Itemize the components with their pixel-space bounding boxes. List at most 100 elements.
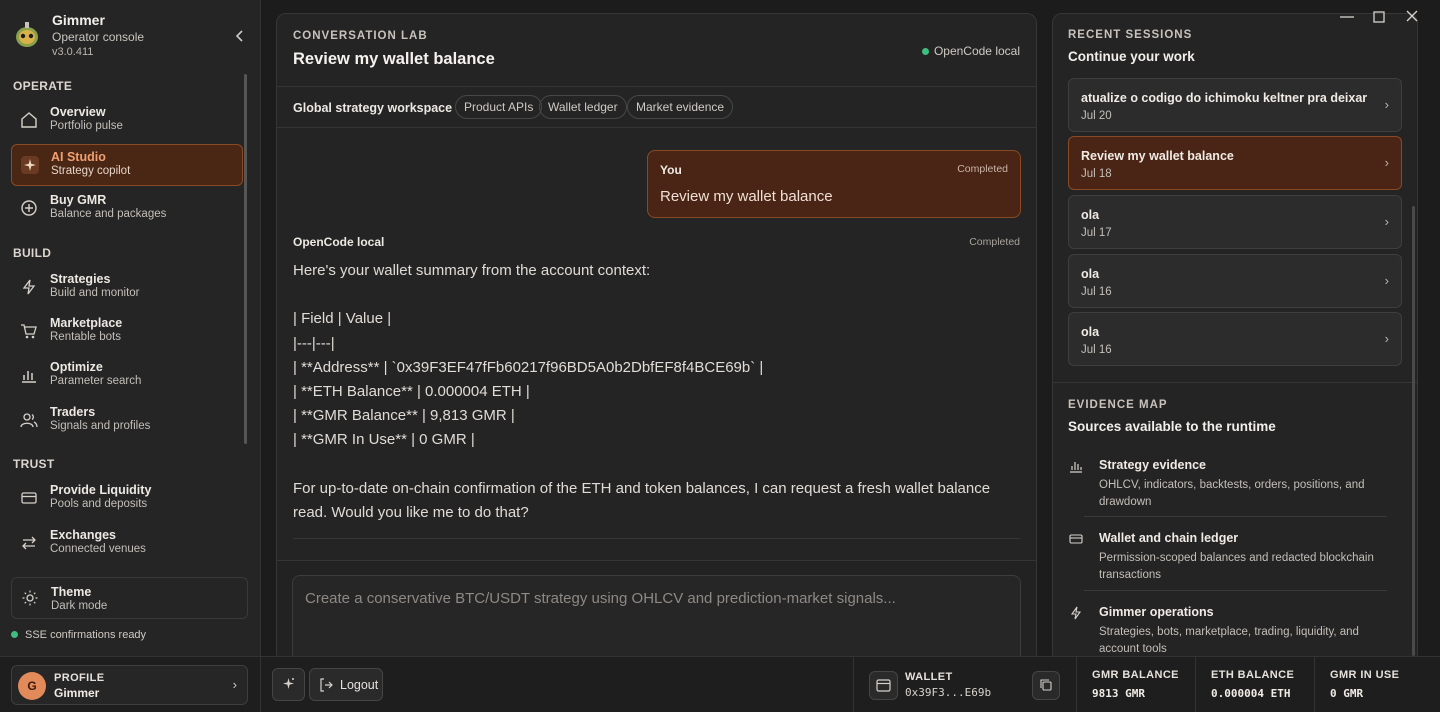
- evidence-title: Wallet and chain ledger: [1099, 531, 1239, 545]
- message-closing: For up-to-date on-chain confirmation of …: [293, 479, 991, 522]
- chip-product-apis[interactable]: Product APIs: [455, 95, 543, 119]
- bar-chart-icon: [22, 371, 36, 383]
- ai-assist-button[interactable]: [272, 668, 305, 701]
- theme-title: Theme: [51, 585, 92, 599]
- sidebar-item-strategies[interactable]: Strategies Build and monitor: [11, 267, 243, 309]
- session-item[interactable]: atualize o codigo do ichimoku keltner pr…: [1068, 78, 1402, 132]
- evidence-title: Strategy evidence: [1099, 458, 1206, 472]
- divider: [293, 538, 1020, 539]
- message-line: [293, 453, 1013, 477]
- message-line: | **GMR Balance** | 9,813 GMR |: [293, 407, 515, 425]
- maximize-icon: [1373, 11, 1385, 23]
- brand-version: v3.0.411: [52, 46, 94, 58]
- message-line: [293, 283, 1013, 307]
- logout-button[interactable]: Logout: [309, 668, 383, 701]
- sidebar-item-buy-gmr[interactable]: Buy GMR Balance and packages: [11, 188, 243, 230]
- chevron-right-icon: ›: [1384, 155, 1389, 170]
- conversation-title: Review my wallet balance: [293, 50, 495, 68]
- sidebar-item-subtitle: Build and monitor: [50, 287, 140, 299]
- session-item[interactable]: ola Jul 17 ›: [1068, 195, 1402, 249]
- profile-label: PROFILE: [54, 672, 105, 684]
- chip-market-evidence[interactable]: Market evidence: [627, 95, 734, 119]
- prompt-placeholder: Create a conservative BTC/USDT strategy …: [305, 590, 896, 607]
- divider: [260, 657, 261, 712]
- recent-sessions-title: Continue your work: [1068, 49, 1195, 64]
- sidebar-item-exchanges[interactable]: Exchanges Connected venues: [11, 523, 243, 565]
- session-title: Review my wallet balance: [1081, 149, 1234, 163]
- bot-message: Here's your wallet summary from the acco…: [293, 259, 1013, 525]
- sidebar-item-optimize[interactable]: Optimize Parameter search: [11, 355, 243, 397]
- gmr-in-use-value: 0 GMR: [1330, 687, 1364, 700]
- evidence-description: OHLCV, indicators, backtests, orders, po…: [1099, 479, 1365, 508]
- prompt-input[interactable]: Create a conservative BTC/USDT strategy …: [292, 575, 1021, 662]
- right-panel-scrollbar[interactable]: [1412, 206, 1415, 656]
- session-title: ola: [1081, 325, 1100, 339]
- sidebar-scrollbar[interactable]: [244, 74, 247, 444]
- session-item[interactable]: ola Jul 16 ›: [1068, 312, 1402, 366]
- session-date: Jul 18: [1081, 168, 1112, 180]
- chevron-right-icon: ›: [1384, 331, 1389, 346]
- sidebar-item-title: Buy GMR: [50, 193, 107, 207]
- minimize-button[interactable]: [1337, 8, 1357, 26]
- divider: [1314, 657, 1315, 712]
- chevron-right-icon: ›: [1384, 273, 1389, 288]
- evidence-map-label: EVIDENCE MAP: [1068, 399, 1168, 411]
- maximize-button[interactable]: [1369, 8, 1389, 26]
- gimmer-logo-icon: [16, 22, 38, 47]
- wallet-icon: [876, 679, 891, 692]
- divider: [1084, 590, 1387, 591]
- session-title: ola: [1081, 267, 1100, 281]
- chevron-right-icon: ›: [1384, 97, 1389, 112]
- session-item[interactable]: ola Jul 16 ›: [1068, 254, 1402, 308]
- gmr-balance-label: GMR BALANCE: [1092, 669, 1179, 681]
- message-line: | **ETH Balance** | 0.000004 ETH |: [293, 383, 530, 401]
- eth-balance-label: ETH BALANCE: [1211, 669, 1295, 681]
- chip-wallet-ledger[interactable]: Wallet ledger: [539, 95, 627, 119]
- sidebar-item-subtitle: Signals and profiles: [50, 420, 151, 432]
- user-message: You Completed Review my wallet balance: [647, 150, 1021, 218]
- chevron-right-icon: ›: [232, 677, 237, 692]
- collapse-sidebar-button[interactable]: [232, 28, 248, 44]
- card-icon: [21, 492, 37, 504]
- message-line: Here's your wallet summary from the acco…: [293, 262, 651, 279]
- wallet-label: WALLET: [905, 671, 953, 683]
- evidence-description: Permission-scoped balances and redacted …: [1099, 552, 1374, 581]
- close-button[interactable]: [1402, 8, 1422, 26]
- profile-button[interactable]: G PROFILE Gimmer ›: [11, 665, 248, 705]
- sidebar-item-title: Overview: [50, 105, 106, 119]
- sidebar-item-traders[interactable]: Traders Signals and profiles: [11, 400, 243, 442]
- sidebar-item-subtitle: Portfolio pulse: [50, 120, 123, 132]
- gmr-in-use-label: GMR IN USE: [1330, 669, 1400, 681]
- message-line: |---|---|: [293, 334, 335, 352]
- workspace-label: Global strategy workspace: [293, 101, 453, 115]
- sidebar-item-provide-liquidity[interactable]: Provide Liquidity Pools and deposits: [11, 478, 243, 520]
- chevron-right-icon: ›: [1384, 214, 1389, 229]
- sidebar-item-overview[interactable]: Overview Portfolio pulse: [11, 100, 243, 142]
- right-panel: RECENT SESSIONS Continue your work atual…: [1052, 13, 1418, 663]
- status-dot-icon: [11, 631, 18, 638]
- brand: Gimmer Operator console v3.0.411: [12, 10, 248, 62]
- chevron-left-icon: [235, 30, 243, 42]
- copy-icon: [1040, 679, 1052, 691]
- footer-bar: G PROFILE Gimmer › Logout WALLET 0x39F3.…: [0, 656, 1440, 712]
- evidence-description: Strategies, bots, marketplace, trading, …: [1099, 626, 1359, 655]
- profile-name: Gimmer: [54, 686, 100, 700]
- sidebar-item-marketplace[interactable]: Marketplace Rentable bots: [11, 311, 243, 353]
- close-icon: [1406, 10, 1418, 22]
- gmr-balance-value: 9813 GMR: [1092, 687, 1145, 700]
- sidebar-item-ai-studio[interactable]: AI Studio Strategy copilot: [11, 144, 243, 186]
- sidebar-item-title: Marketplace: [50, 316, 123, 330]
- sidebar-item-title: Exchanges: [50, 528, 117, 542]
- runtime-status-text: OpenCode local: [933, 44, 1020, 58]
- session-date: Jul 16: [1081, 286, 1112, 298]
- copy-address-button[interactable]: [1032, 671, 1060, 700]
- session-item-active[interactable]: Review my wallet balance Jul 18 ›: [1068, 136, 1402, 190]
- theme-toggle-button[interactable]: Theme Dark mode: [11, 577, 248, 619]
- message-status: Completed: [957, 163, 1008, 175]
- session-title: atualize o codigo do ichimoku keltner pr…: [1081, 91, 1368, 105]
- message-text: Review my wallet balance: [660, 188, 833, 205]
- message-line: | Field | Value |: [293, 310, 392, 328]
- message-line: | **GMR In Use** | 0 GMR |: [293, 431, 475, 449]
- bolt-icon: [22, 279, 36, 295]
- cart-icon: [21, 324, 37, 339]
